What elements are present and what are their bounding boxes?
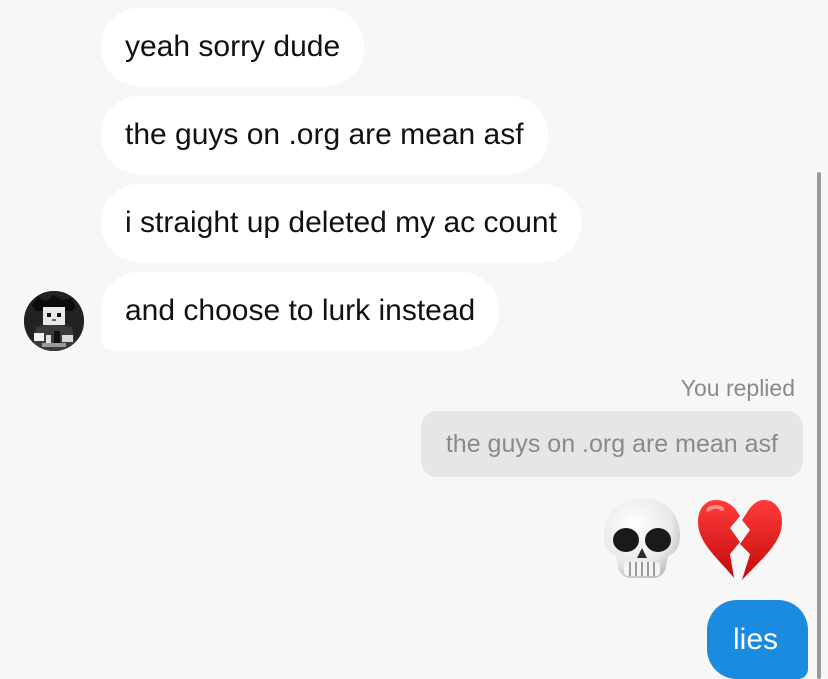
incoming-message-bubble[interactable]: the guys on .org are mean asf (101, 96, 548, 174)
broken-heart-emoji[interactable] (696, 494, 784, 584)
scrollbar[interactable] (817, 172, 821, 679)
message-text: yeah sorry dude (125, 30, 341, 63)
skull-icon (604, 498, 680, 578)
incoming-message-bubble[interactable]: and choose to lurk instead (101, 272, 500, 350)
chat-thread: yeah sorry dude the guys on .org are mea… (0, 0, 828, 679)
sender-avatar[interactable] (24, 291, 84, 351)
skull-emoji[interactable] (598, 494, 686, 584)
incoming-message-bubble[interactable]: yeah sorry dude (101, 8, 365, 86)
avatar-image (24, 291, 84, 351)
message-text: and choose to lurk instead (125, 294, 476, 327)
incoming-message-bubble[interactable]: i straight up deleted my ac count (101, 184, 581, 262)
message-text: the guys on .org are mean asf (125, 118, 524, 151)
message-text: i straight up deleted my ac count (125, 206, 557, 239)
quoted-message-bubble[interactable]: the guys on .org are mean asf (420, 411, 803, 477)
you-replied-label: You replied (680, 375, 795, 401)
quoted-message-text: the guys on .org are mean asf (445, 429, 778, 458)
message-text: lies (732, 622, 778, 656)
broken-heart-icon (698, 500, 782, 580)
outgoing-message-bubble[interactable]: lies (706, 600, 808, 679)
